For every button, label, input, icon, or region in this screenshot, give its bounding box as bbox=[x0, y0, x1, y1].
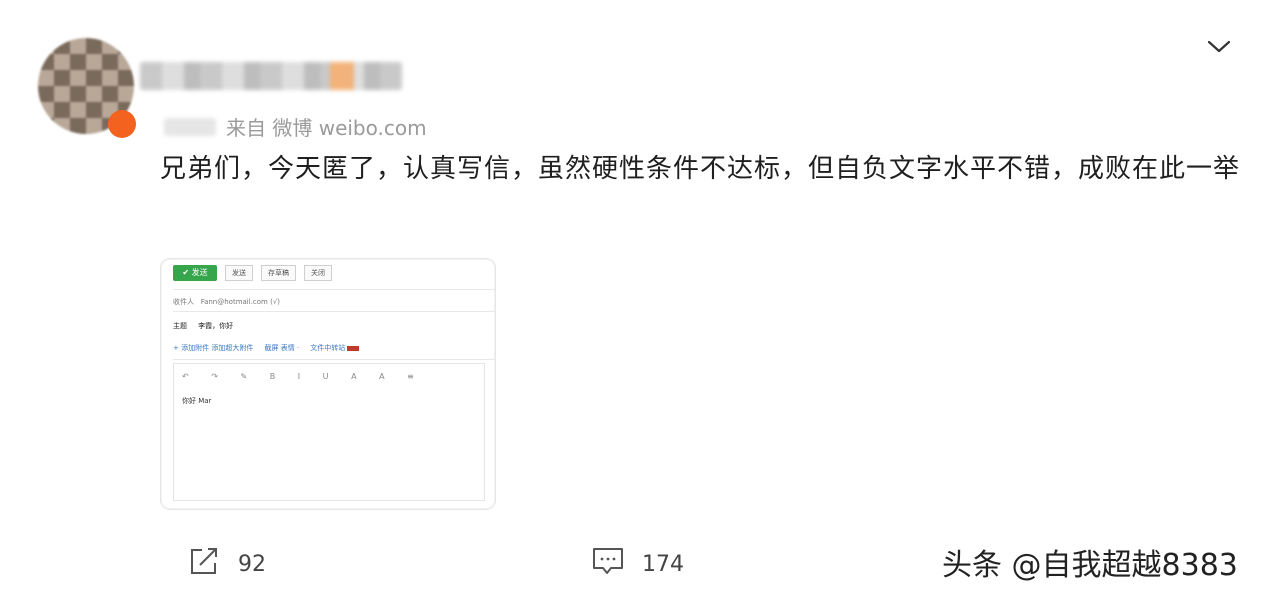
thumb-send-button: ✔ 发送 bbox=[173, 265, 217, 281]
post-meta: 来自 微博 weibo.com bbox=[164, 112, 427, 141]
username-blurred[interactable] bbox=[140, 62, 402, 90]
thumb-links-row: + 添加附件 添加超大附件 截屏 表情 · 文件中转站 bbox=[173, 343, 360, 353]
thumb-links-right: 文件中转站 bbox=[310, 344, 346, 352]
thumb-recipient-row: 收件人 Fann@hotmail.com (√) bbox=[173, 297, 280, 307]
repost-icon bbox=[188, 546, 220, 582]
comment-count: 174 bbox=[642, 551, 684, 577]
post-image-thumbnail[interactable]: ✔ 发送 发送 存草稿 关闭 收件人 Fann@hotmail.com (√) … bbox=[160, 258, 496, 510]
avatar-badge bbox=[108, 110, 136, 138]
repost-button[interactable]: 92 bbox=[188, 546, 266, 582]
thumb-links-left: + 添加附件 添加超大附件 bbox=[173, 344, 254, 352]
thumb-recipient-label: 收件人 bbox=[173, 298, 194, 306]
thumb-recipient-value: Fann@hotmail.com (√) bbox=[200, 298, 281, 306]
new-tag bbox=[347, 345, 360, 351]
chevron-down-icon[interactable] bbox=[1206, 36, 1232, 56]
divider bbox=[173, 289, 495, 290]
watermark: 头条 @自我超越8383 bbox=[942, 548, 1238, 583]
comment-button[interactable]: 174 bbox=[592, 546, 684, 582]
timestamp-blurred bbox=[164, 117, 216, 136]
divider bbox=[173, 359, 495, 360]
thumb-editor-toolbar: ↶ ↷ ✎ B I U A A ≡ bbox=[182, 372, 414, 381]
thumb-subject-label: 主题 bbox=[173, 322, 187, 330]
thumb-subject-value: 李霞，你好 bbox=[198, 322, 234, 330]
post-source: 来自 微博 weibo.com bbox=[226, 116, 427, 140]
post-content: 兄弟们，今天匿了，认真写信，虽然硬性条件不达标，但自负文字水平不错，成败在此一举 bbox=[160, 154, 1241, 184]
divider bbox=[173, 311, 495, 312]
repost-count: 92 bbox=[238, 551, 266, 577]
thumb-editor-body: 你好 Mar bbox=[182, 397, 212, 405]
thumb-toolbar-button: 关闭 bbox=[304, 265, 332, 281]
thumb-toolbar: ✔ 发送 发送 存草稿 关闭 bbox=[173, 265, 332, 281]
thumb-subject-row: 主题 李霞，你好 bbox=[173, 321, 233, 331]
thumb-toolbar-button: 存草稿 bbox=[261, 265, 296, 281]
thumb-links-mid: 截屏 表情 · bbox=[264, 344, 300, 352]
comment-icon bbox=[592, 546, 624, 582]
thumb-editor: ↶ ↷ ✎ B I U A A ≡ 你好 Mar bbox=[173, 363, 485, 501]
thumb-toolbar-button: 发送 bbox=[225, 265, 253, 281]
